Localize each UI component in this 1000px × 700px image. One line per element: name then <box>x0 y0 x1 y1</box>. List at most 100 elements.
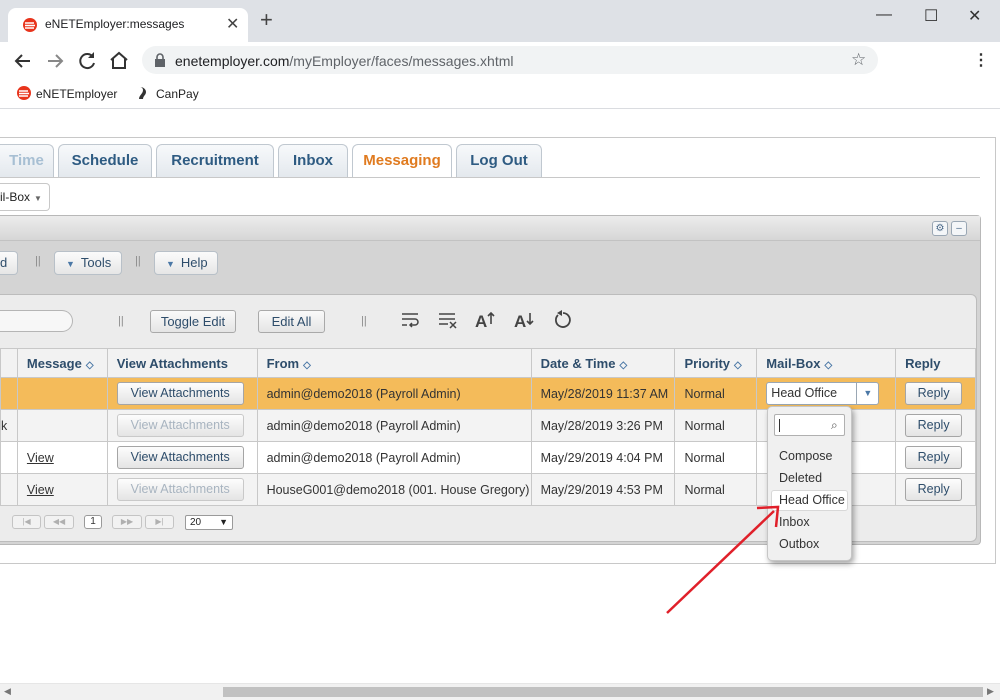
row-lead-cell <box>0 441 18 474</box>
reply-button[interactable]: Reply <box>905 382 963 405</box>
close-tab-icon[interactable]: ✕ <box>226 14 239 34</box>
toggle-edit-button[interactable]: Toggle Edit <box>150 310 236 333</box>
dropdown-option-outbox[interactable]: Outbox <box>771 534 848 555</box>
increase-font-icon[interactable]: A <box>474 310 496 330</box>
browser-titlebar: eNETEmployer:messages ✕ + — ☐ ✕ <box>0 0 1000 42</box>
page-size-select[interactable]: 20 ▼ <box>185 515 233 530</box>
partial-menu-button[interactable]: d <box>0 251 18 275</box>
enet-logo-icon <box>17 86 31 100</box>
column-header-datetime[interactable]: Date & Time ◇ <box>530 348 676 378</box>
maximize-icon[interactable]: ☐ <box>924 6 938 26</box>
column-header-mailbox[interactable]: Mail-Box ◇ <box>756 348 897 378</box>
from-cell: admin@demo2018 (Payroll Admin) <box>256 441 532 474</box>
settings-icon[interactable]: ⚙ <box>932 221 948 236</box>
view-attachments-button[interactable]: View Attachments <box>116 382 244 405</box>
column-header-attachments: View Attachments <box>106 348 258 378</box>
bookmark-star-icon[interactable]: ☆ <box>851 50 866 70</box>
reply-button[interactable]: Reply <box>905 478 963 501</box>
browser-tab[interactable]: eNETEmployer:messages ✕ <box>8 8 248 42</box>
browser-menu-icon[interactable]: ⋮ <box>973 50 989 70</box>
attachments-cell: View Attachments <box>106 377 258 410</box>
tab-inbox[interactable]: Inbox <box>278 144 348 178</box>
last-page-button[interactable]: ▶| <box>145 515 174 529</box>
reply-button[interactable]: Reply <box>905 414 963 437</box>
first-page-button[interactable]: |◀ <box>12 515 41 529</box>
clear-filter-icon[interactable] <box>437 310 459 330</box>
scroll-right-icon[interactable]: ▶ <box>987 686 994 697</box>
reply-cell: Reply <box>895 409 976 442</box>
message-cell <box>16 409 108 442</box>
table-header-row: Message ◇ View Attachments From ◇ Date & T… <box>0 348 976 378</box>
mailbox-select[interactable]: Head Office ▼ <box>766 382 880 405</box>
url-text: enetemployer.com/myEmployer/faces/messag… <box>175 53 514 69</box>
row-lead-cell <box>0 473 18 506</box>
sort-icon: ◇ <box>85 359 94 371</box>
forward-icon[interactable] <box>43 49 67 73</box>
reply-button[interactable]: Reply <box>905 446 963 469</box>
edit-all-button[interactable]: Edit All <box>258 310 325 333</box>
chevron-down-icon[interactable]: ▼ <box>856 383 878 404</box>
decrease-font-icon[interactable]: A <box>513 310 535 330</box>
datetime-cell: May/28/2019 3:26 PM <box>530 409 676 442</box>
back-icon[interactable] <box>11 49 35 73</box>
priority-cell: Normal <box>674 441 758 474</box>
bookmark-enet[interactable]: eNETEmployer <box>16 85 117 101</box>
message-cell <box>16 377 108 410</box>
search-icon: ⌕ <box>831 418 838 432</box>
next-page-button[interactable]: ▶▶ <box>112 515 142 529</box>
from-cell: admin@demo2018 (Payroll Admin) <box>256 409 532 442</box>
canpay-logo-icon <box>139 87 146 99</box>
page-content: Time Schedule Recruitment Inbox Messagin… <box>0 110 1000 685</box>
bookmark-canpay[interactable]: CanPay <box>134 85 199 101</box>
dropdown-filter-input[interactable]: ⌕ <box>774 414 845 436</box>
home-icon[interactable] <box>107 49 131 73</box>
reply-cell: Reply <box>895 377 976 410</box>
bookmarks-bar: eNETEmployer CanPay <box>0 78 1000 109</box>
scroll-left-icon[interactable]: ◀ <box>4 686 11 697</box>
tab-time[interactable]: Time <box>0 144 54 178</box>
view-attachments-button[interactable]: View Attachments <box>116 446 244 469</box>
close-window-icon[interactable]: ✕ <box>968 6 981 26</box>
caret-down-icon: ▼ <box>166 259 175 269</box>
tab-log-out[interactable]: Log Out <box>456 144 542 178</box>
minimize-icon[interactable]: — <box>876 6 892 24</box>
tools-menu-button[interactable]: ▼ Tools <box>54 251 122 275</box>
prev-page-button[interactable]: ◀◀ <box>44 515 74 529</box>
collapse-icon[interactable]: – <box>951 221 967 236</box>
priority-cell: Normal <box>674 473 758 506</box>
dropdown-option-deleted[interactable]: Deleted <box>771 468 848 489</box>
view-message-link[interactable]: View <box>27 483 54 497</box>
grid-search-input[interactable] <box>0 310 73 332</box>
column-header-message[interactable]: Message ◇ <box>16 348 108 378</box>
message-cell: View <box>16 473 108 506</box>
new-tab-icon[interactable]: + <box>260 9 273 31</box>
reply-cell: Reply <box>895 473 976 506</box>
row-lead-cell <box>0 377 18 410</box>
from-cell: admin@demo2018 (Payroll Admin) <box>256 377 532 410</box>
help-menu-button[interactable]: ▼ Help <box>154 251 218 275</box>
view-message-link[interactable]: View <box>27 451 54 465</box>
tab-messaging[interactable]: Messaging <box>352 144 452 178</box>
dropdown-option-inbox[interactable]: Inbox <box>771 512 848 533</box>
dropdown-option-head-office[interactable]: Head Office <box>771 490 848 511</box>
tab-schedule[interactable]: Schedule <box>58 144 152 178</box>
column-header-from[interactable]: From ◇ <box>256 348 532 378</box>
chevron-down-icon: ▼ <box>34 194 42 203</box>
refresh-icon[interactable] <box>552 310 572 330</box>
scrollbar-thumb[interactable] <box>223 687 983 697</box>
tab-title: eNETEmployer:messages <box>45 17 185 31</box>
grid-separator: || <box>118 315 124 327</box>
reload-icon[interactable] <box>75 49 99 73</box>
horizontal-scrollbar[interactable]: ◀ ▶ <box>0 683 1000 700</box>
address-bar[interactable]: enetemployer.com/myEmployer/faces/messag… <box>142 46 878 74</box>
mailbox-submenu[interactable]: il-Box ▼ <box>0 183 50 211</box>
toolbar-separator: || <box>135 255 141 267</box>
current-page-button[interactable]: 1 <box>84 515 102 529</box>
tab-recruitment[interactable]: Recruitment <box>156 144 274 178</box>
table-row[interactable]: View Attachments admin@demo2018 (Payroll… <box>0 377 976 410</box>
mailbox-cell: Head Office ▼ <box>756 377 897 410</box>
wrap-text-icon[interactable] <box>400 310 420 330</box>
dropdown-option-compose[interactable]: Compose <box>771 446 848 467</box>
attachments-cell: View Attachments <box>106 473 258 506</box>
column-header-priority[interactable]: Priority ◇ <box>674 348 758 378</box>
